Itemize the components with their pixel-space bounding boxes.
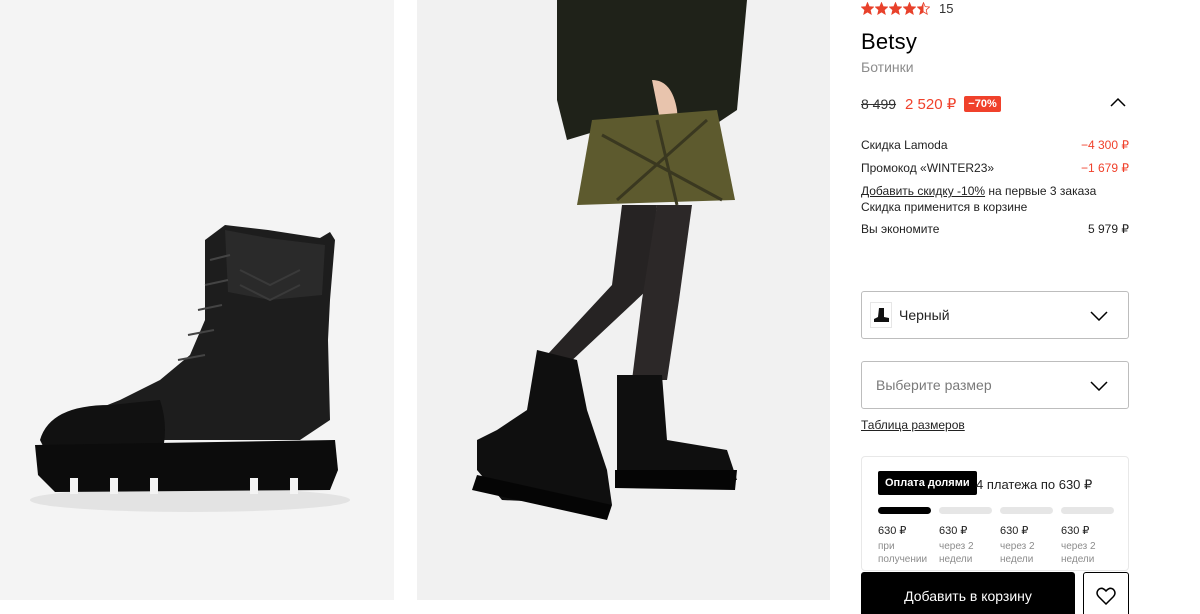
chevron-down-icon xyxy=(1090,381,1108,391)
boot-thumbnail xyxy=(870,302,892,328)
discount-note: Скидка применится в корзине xyxy=(861,200,1028,214)
installment-bar xyxy=(878,507,931,514)
installment-when: через 2 недели xyxy=(1061,541,1096,565)
promo-code-row: Промокод «WINTER23» −1 679 ₽ xyxy=(861,161,1129,175)
product-photo-boot[interactable] xyxy=(0,0,394,600)
price-row: 8 499 2 520 ₽ −70% xyxy=(861,94,1129,114)
installment-payment: 630 ₽ через 2 недели xyxy=(1000,524,1053,566)
installment-bar xyxy=(939,507,992,514)
lamoda-discount-row: Скидка Lamoda −4 300 ₽ xyxy=(861,138,1129,152)
promo-code-label: Промокод «WINTER23» xyxy=(861,161,995,175)
product-brand[interactable]: Betsy xyxy=(861,29,917,55)
installment-when: через 2 недели xyxy=(939,541,974,565)
star-icon xyxy=(861,2,874,15)
installment-text: 4 платежа по 630 ₽ xyxy=(976,477,1093,492)
chevron-down-icon xyxy=(1090,311,1108,321)
heart-icon xyxy=(1096,587,1116,605)
installment-bar xyxy=(1061,507,1114,514)
star-icon xyxy=(875,2,888,15)
installment-when: при получении xyxy=(878,541,928,565)
rating-count: 15 xyxy=(939,1,954,16)
installment-widget[interactable]: Оплата долями 4 платежа по 630 ₽ 630 ₽ п… xyxy=(861,456,1129,571)
lamoda-discount-label: Скидка Lamoda xyxy=(861,138,948,152)
add-to-cart-button[interactable]: Добавить в корзину xyxy=(861,572,1075,614)
installment-schedule: 630 ₽ при получении 630 ₽ через 2 недели… xyxy=(878,524,1114,566)
product-category: Ботинки xyxy=(861,59,914,75)
installment-amount: 630 ₽ xyxy=(939,525,968,537)
promo-code-value: −1 679 ₽ xyxy=(1080,161,1129,175)
extra-discount: Добавить скидку -10% на первые 3 заказа xyxy=(861,184,1096,198)
lamoda-discount-value: −4 300 ₽ xyxy=(1080,138,1129,152)
installment-bar xyxy=(1000,507,1053,514)
installment-payment: 630 ₽ через 2 недели xyxy=(1061,524,1114,566)
installment-progress xyxy=(878,507,1114,514)
add-discount-link[interactable]: Добавить скидку -10% xyxy=(861,184,985,198)
star-icon xyxy=(889,2,902,15)
savings-label: Вы экономите xyxy=(861,222,940,236)
size-select-placeholder: Выберите размер xyxy=(876,377,992,393)
rating-stars xyxy=(861,2,930,15)
star-icon xyxy=(903,2,916,15)
model-illustration xyxy=(417,0,830,600)
old-price: 8 499 xyxy=(861,96,897,112)
savings-value: 5 979 ₽ xyxy=(1088,222,1129,236)
boot-illustration xyxy=(30,225,350,512)
installment-amount: 630 ₽ xyxy=(878,525,907,537)
new-price: 2 520 ₽ xyxy=(905,96,957,113)
favorite-button[interactable] xyxy=(1083,572,1129,614)
discount-badge: −70% xyxy=(964,96,1001,112)
size-table-link[interactable]: Таблица размеров xyxy=(861,418,965,432)
installment-amount: 630 ₽ xyxy=(1000,525,1029,537)
installment-when: через 2 недели xyxy=(1000,541,1035,565)
size-select[interactable]: Выберите размер xyxy=(861,361,1129,409)
star-icon xyxy=(917,2,930,15)
savings-row: Вы экономите 5 979 ₽ xyxy=(861,222,1129,236)
color-select[interactable]: Черный xyxy=(861,291,1129,339)
color-select-value: Черный xyxy=(899,307,950,323)
installment-payment: 630 ₽ при получении xyxy=(878,524,931,566)
installment-amount: 630 ₽ xyxy=(1061,525,1090,537)
chevron-up-icon[interactable] xyxy=(1110,97,1126,107)
installment-badge: Оплата долями xyxy=(878,471,977,495)
add-discount-suffix: на первые 3 заказа xyxy=(985,184,1097,198)
rating[interactable]: 15 xyxy=(861,1,953,16)
installment-payment: 630 ₽ через 2 недели xyxy=(939,524,992,566)
product-info-panel: 15 Betsy Ботинки 8 499 2 520 ₽ −70% Скид… xyxy=(861,0,1129,614)
product-photo-model[interactable] xyxy=(417,0,830,600)
